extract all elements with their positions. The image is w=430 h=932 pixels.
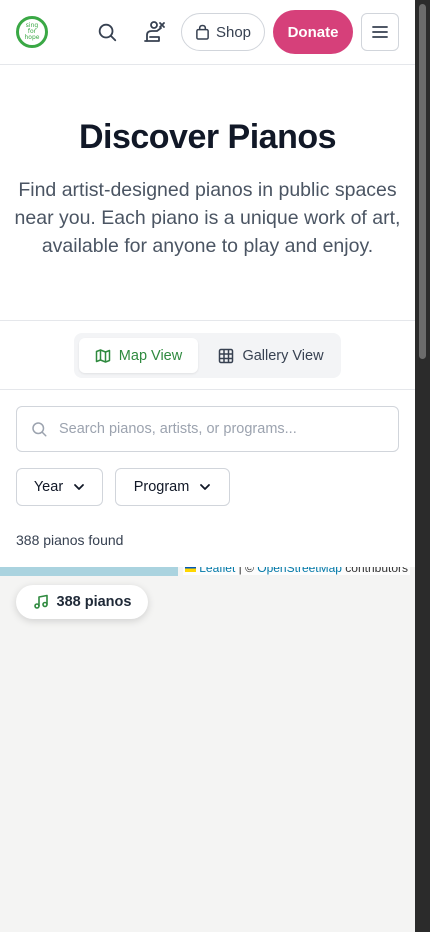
ukraine-flag-icon xyxy=(185,567,197,573)
piano-map[interactable]: Leaflet | © OpenStreetMap contributors 3… xyxy=(0,567,415,932)
donate-label: Donate xyxy=(287,23,339,41)
openstreetmap-link[interactable]: OpenStreetMap xyxy=(257,567,342,575)
map-water-tile xyxy=(0,567,178,576)
page-subtitle: Find artist-designed pianos in public sp… xyxy=(14,179,401,257)
site-header: sing for hope Shop Donate xyxy=(0,0,415,65)
map-icon xyxy=(95,348,111,363)
music-note-icon xyxy=(33,594,48,609)
map-view-label: Map View xyxy=(118,347,183,364)
search-icon xyxy=(98,23,117,42)
hamburger-menu-icon xyxy=(372,26,388,38)
search-input[interactable] xyxy=(57,421,398,437)
year-filter-label: Year xyxy=(33,479,64,495)
chevron-down-icon xyxy=(200,484,211,490)
search-button[interactable] xyxy=(91,16,123,48)
map-view-tab[interactable]: Map View xyxy=(79,338,198,373)
program-filter-dropdown[interactable]: Program xyxy=(115,468,230,506)
leaflet-link[interactable]: Leaflet xyxy=(199,567,235,575)
gallery-view-tab[interactable]: Gallery View xyxy=(208,338,334,373)
program-filter-label: Program xyxy=(133,479,190,495)
attribution-separator: | © xyxy=(235,567,258,575)
shop-label: Shop xyxy=(215,23,252,41)
grid-icon xyxy=(219,348,234,363)
year-filter-dropdown[interactable]: Year xyxy=(16,468,103,506)
search-box xyxy=(16,406,399,452)
page: sing for hope Shop Donate Discover Piano… xyxy=(0,0,415,932)
results-count: 388 pianos found xyxy=(16,532,124,548)
piano-count-label: 388 pianos xyxy=(56,594,132,610)
page-title: Discover Pianos xyxy=(78,118,337,156)
donate-button[interactable]: Donate xyxy=(273,10,353,54)
attribution-tail: contributors xyxy=(341,567,408,575)
scrollbar-thumb[interactable] xyxy=(419,4,426,359)
map-attribution: Leaflet | © OpenStreetMap contributors xyxy=(183,567,410,575)
shop-button[interactable]: Shop xyxy=(181,13,265,51)
search-icon xyxy=(17,420,57,438)
pianist-icon xyxy=(144,21,165,42)
view-toggle: Map View Gallery View xyxy=(74,333,341,378)
shopping-bag-icon xyxy=(196,24,209,40)
section-divider xyxy=(0,389,415,390)
gallery-view-label: Gallery View xyxy=(242,347,324,364)
section-divider xyxy=(0,320,415,321)
sing-for-hope-logo[interactable]: sing for hope xyxy=(16,16,48,48)
piano-count-badge[interactable]: 388 pianos xyxy=(16,585,148,619)
logo-text-hope: hope xyxy=(24,34,40,41)
page-scrollbar[interactable] xyxy=(415,0,430,932)
menu-button[interactable] xyxy=(361,13,399,51)
chevron-down-icon xyxy=(74,484,85,490)
pianist-button[interactable] xyxy=(138,16,170,48)
